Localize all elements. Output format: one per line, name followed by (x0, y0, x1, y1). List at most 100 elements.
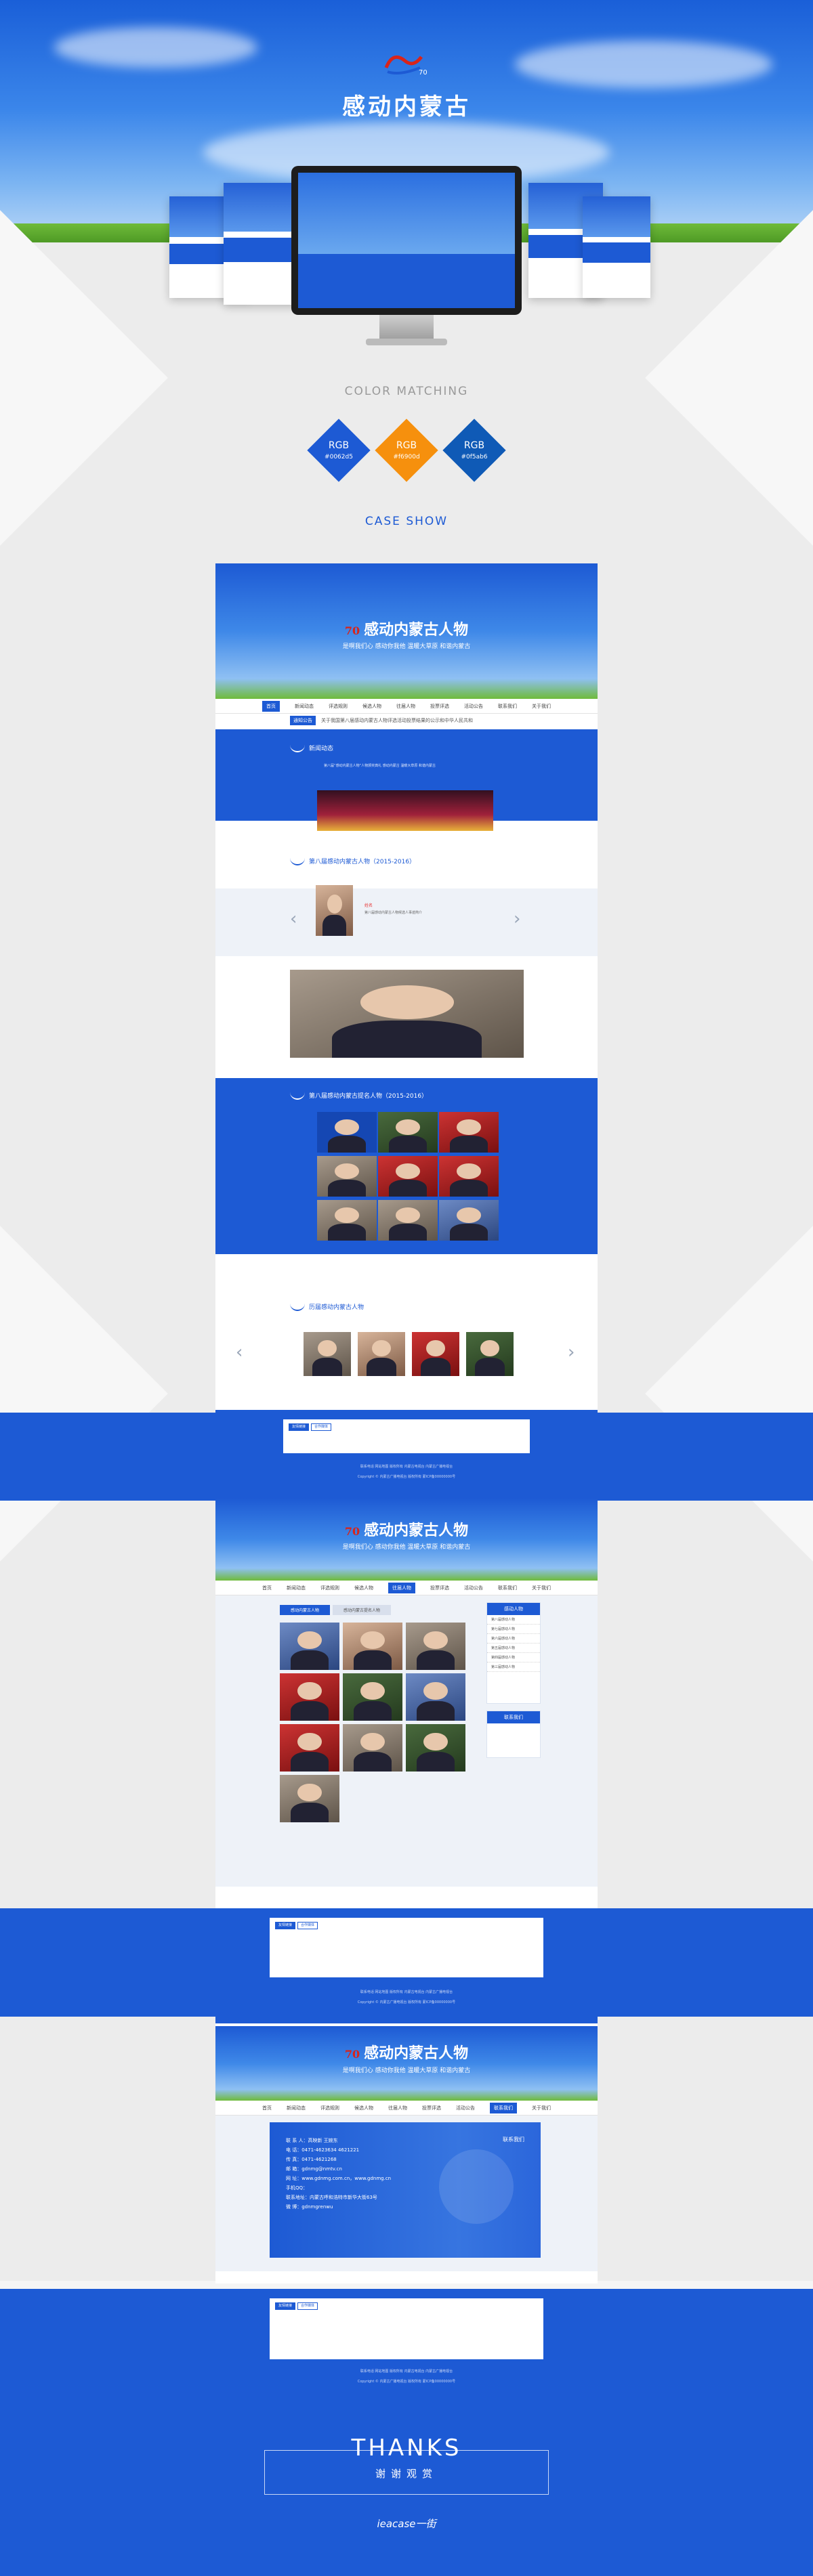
nominee-photo[interactable] (317, 1112, 377, 1153)
person-photo[interactable] (406, 1724, 465, 1772)
nav-notice[interactable]: 活动公告 (464, 703, 483, 710)
nominee-photo[interactable] (439, 1156, 499, 1197)
category-sidebar: 感动人物 第八届感动人物 第七届感动人物 第六届感动人物 第五届感动人物 第四届… (486, 1602, 541, 1704)
nav-candidates[interactable]: 候选人物 (354, 1585, 373, 1591)
person-photo[interactable] (280, 1623, 339, 1670)
group-photo-collage[interactable] (290, 970, 524, 1058)
tree-illustration (439, 2149, 514, 2224)
tab-partners[interactable]: 合作媒体 (297, 2302, 318, 2310)
person-photo[interactable] (406, 1673, 465, 1721)
sidebar-item[interactable]: 第六届感动人物 (487, 1634, 540, 1644)
past-person-photo[interactable] (466, 1332, 514, 1376)
person-photo[interactable] (280, 1775, 339, 1822)
tab-partners[interactable]: 合作媒体 (311, 1423, 332, 1431)
sidebar-item[interactable]: 第八届感动人物 (487, 1615, 540, 1625)
contact-weibo[interactable]: 微 博：gdnmgrenwu (286, 2202, 391, 2212)
footer-links[interactable]: 联系电话 网站地图 版权所有 内蒙古电视台 内蒙古广播电视台 (215, 2369, 598, 2374)
tab-nominees[interactable]: 感动内蒙古提名人物 (333, 1605, 392, 1615)
case-show-heading: CASE SHOW (364, 515, 449, 528)
nominee-photo[interactable] (317, 1200, 377, 1241)
swatch-name: RGB (396, 440, 417, 451)
past-person-photo[interactable] (412, 1332, 459, 1376)
nav-vote[interactable]: 投票评选 (422, 2105, 441, 2111)
contact-website[interactable]: 网 址：www.gdnmg.com.cn，www.gdnmg.cn (286, 2174, 391, 2183)
color-swatch: RGB #f6900d (375, 418, 438, 482)
nominee-photo[interactable] (378, 1200, 438, 1241)
sidebar-item[interactable]: 第四届感动人物 (487, 1653, 540, 1662)
nav-vote[interactable]: 投票评选 (430, 1585, 449, 1591)
site-nav[interactable]: 首页 新闻动态 评选规则 候选人物 往届人物 投票评选 活动公告 联系我们 关于… (215, 699, 598, 714)
sidebar-item[interactable]: 第五届感动人物 (487, 1644, 540, 1653)
swatch-hex: #f6900d (393, 454, 420, 460)
sidebar-item[interactable]: 第三届感动人物 (487, 1662, 540, 1672)
sidebar-item[interactable]: 第七届感动人物 (487, 1625, 540, 1634)
list-nav[interactable]: 首页 新闻动态 评选规则 候选人物 往届人物 投票评选 活动公告 联系我们 关于… (215, 1581, 598, 1595)
nav-about[interactable]: 关于我们 (532, 2105, 551, 2111)
tab-friend-links[interactable]: 友情链接 (275, 1922, 296, 1929)
nav-news[interactable]: 新闻动态 (295, 703, 314, 710)
swatch-name: RGB (463, 440, 485, 451)
nav-home[interactable]: 首页 (262, 1585, 272, 1591)
nominee-photo[interactable] (439, 1112, 499, 1153)
footer-links[interactable]: 联系电话 网站地图 版权所有 内蒙古电视台 内蒙古广播电视台 (215, 1990, 598, 1994)
nav-contact[interactable]: 联系我们 (498, 1585, 517, 1591)
nav-candidates[interactable]: 候选人物 (354, 2105, 373, 2111)
tab-friend-links[interactable]: 友情链接 (275, 2302, 296, 2310)
nav-past[interactable]: 往届人物 (388, 1582, 415, 1593)
tab-friend-links[interactable]: 友情链接 (289, 1423, 310, 1431)
nav-about[interactable]: 关于我们 (532, 1585, 551, 1591)
person-photo[interactable] (406, 1623, 465, 1670)
contact-sidebar: 联系我们 (486, 1711, 541, 1758)
bg-diamond (645, 867, 813, 1920)
nav-news[interactable]: 新闻动态 (287, 2105, 306, 2111)
color-swatch: RGB #0f5ab6 (442, 418, 506, 482)
nav-past[interactable]: 往届人物 (388, 2105, 407, 2111)
carousel-next-icon[interactable]: › (514, 909, 520, 929)
nominee-photo[interactable] (378, 1112, 438, 1153)
nominee-photo[interactable] (378, 1156, 438, 1197)
award-ceremony-photo[interactable] (317, 790, 493, 831)
person-photo[interactable] (316, 885, 353, 936)
tab-persons[interactable]: 感动内蒙古人物 (280, 1605, 331, 1615)
contact-address: 联系地址：内蒙古呼和浩特市新华大街63号 (286, 2195, 377, 2200)
person-photo[interactable] (343, 1623, 402, 1670)
contact-email[interactable]: 邮 箱：gdnmg@nmtv.cn (286, 2164, 391, 2174)
nav-news[interactable]: 新闻动态 (287, 1585, 306, 1591)
person-photo[interactable] (343, 1673, 402, 1721)
nominee-photo[interactable] (439, 1200, 499, 1241)
past-next-icon[interactable]: › (568, 1342, 575, 1362)
contact-nav[interactable]: 首页 新闻动态 评选规则 候选人物 往届人物 投票评选 活动公告 联系我们 关于… (215, 2101, 598, 2116)
person-photo[interactable] (343, 1724, 402, 1772)
nominee-heading: 第八届感动内蒙古提名人物（2015-2016） (290, 1090, 428, 1100)
nav-rules[interactable]: 评选规则 (320, 1585, 339, 1591)
contact-banner-slogan: 是啊我们心 感动你我他 温暖大草原 和谐内蒙古 (342, 2067, 471, 2074)
nominee-photo[interactable] (317, 1156, 377, 1197)
nav-contact[interactable]: 联系我们 (498, 703, 517, 710)
home-footer: 友情链接 合作媒体 联系电话 网站地图 版权所有 内蒙古电视台 内蒙古广播电视台 … (215, 1410, 598, 1498)
carousel-prev-icon[interactable]: ‹ (290, 909, 297, 929)
person-photo[interactable] (280, 1724, 339, 1772)
nav-notice[interactable]: 活动公告 (464, 1585, 483, 1591)
tab-partners[interactable]: 合作媒体 (297, 1922, 318, 1929)
logo-icon: 70 (384, 55, 428, 77)
nav-rules[interactable]: 评选规则 (329, 703, 348, 710)
nav-home[interactable]: 首页 (262, 700, 280, 712)
nav-past[interactable]: 往届人物 (396, 703, 415, 710)
list-banner-title: 70 感动内蒙古人物 (344, 1522, 469, 1539)
nav-about[interactable]: 关于我们 (532, 703, 551, 710)
nav-contact[interactable]: 联系我们 (490, 2102, 517, 2113)
brand-logo: ieacase一街 (377, 2518, 436, 2530)
list-tabs[interactable]: 感动内蒙古人物 感动内蒙古提名人物 (280, 1605, 392, 1615)
nav-vote[interactable]: 投票评选 (430, 703, 449, 710)
monitor-mockup (291, 166, 522, 315)
footer-links[interactable]: 联系电话 网站地图 版权所有 内蒙古电视台 内蒙古广播电视台 (215, 1464, 598, 1469)
nav-home[interactable]: 首页 (262, 2105, 272, 2111)
notice-text[interactable]: 关于我国第八届感动内蒙古人物评选活动投票结果的公示和中华人民共和 (321, 717, 473, 724)
nav-rules[interactable]: 评选规则 (320, 2105, 339, 2111)
past-person-photo[interactable] (358, 1332, 405, 1376)
past-prev-icon[interactable]: ‹ (236, 1342, 243, 1362)
nav-notice[interactable]: 活动公告 (456, 2105, 475, 2111)
nav-candidates[interactable]: 候选人物 (362, 703, 381, 710)
past-person-photo[interactable] (304, 1332, 351, 1376)
person-photo[interactable] (280, 1673, 339, 1721)
